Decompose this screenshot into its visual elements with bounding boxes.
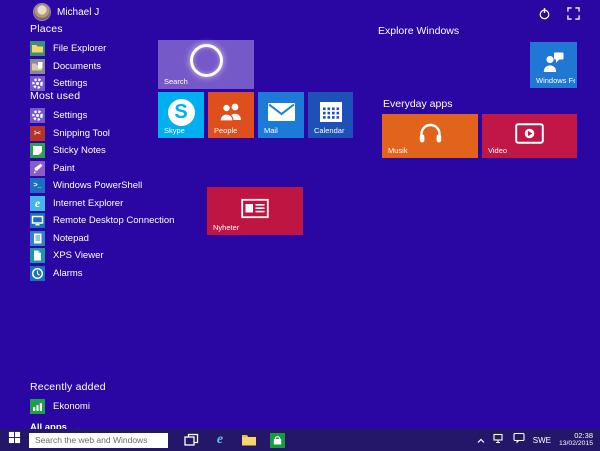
notepad-page-icon (30, 230, 45, 246)
sidebar-item-xps-viewer[interactable]: XPS Viewer (30, 248, 180, 263)
sidebar-item-label: Settings (53, 110, 88, 121)
expand-button[interactable] (567, 7, 580, 20)
sidebar-item-label: Windows PowerShell (53, 180, 143, 191)
user-name: Michael J (57, 6, 100, 18)
feedback-person-bubble-icon (542, 51, 565, 73)
recently-added-title: Recently added (30, 381, 106, 393)
headphones-icon (417, 121, 444, 145)
taskbar-clock[interactable]: 02:38 13/02/2015 (559, 431, 593, 448)
sidebar-item-remote-desktop-connection[interactable]: Remote Desktop Connection (30, 213, 180, 228)
sidebar-item-label: Ekonomi (53, 401, 90, 412)
power-button[interactable] (538, 7, 551, 20)
task-view-icon[interactable] (183, 432, 199, 448)
clock-date: 13/02/2015 (558, 440, 593, 448)
xps-page-icon (30, 248, 45, 263)
sidebar-item-ekonomi[interactable]: Ekonomi (30, 399, 180, 414)
people-icon (218, 101, 244, 123)
sidebar-item-label: Documents (53, 60, 102, 72)
sidebar-item-notepad[interactable]: Notepad (30, 230, 180, 246)
start-screen: Michael J Places File Explorer Documents… (0, 0, 600, 451)
user-account-button[interactable]: Michael J (34, 4, 99, 20)
sidebar-item-label: Sticky Notes (53, 145, 106, 156)
news-icon (241, 198, 269, 219)
sidebar-item-label: Settings (53, 78, 88, 89)
tile-label: Skype (164, 126, 185, 135)
powershell-prompt-icon: >_ (30, 178, 45, 193)
sidebar-item-label: XPS Viewer (53, 250, 104, 261)
network-icon[interactable] (493, 431, 505, 449)
sidebar-item-label: Remote Desktop Connection (53, 215, 175, 226)
taskbar: e SWE 02:38 13/02/2015 (0, 429, 600, 451)
tile-skype[interactable]: S Skype (158, 92, 204, 138)
gear-icon (30, 108, 45, 123)
tile-nyheter[interactable]: Nyheter (207, 187, 303, 235)
mail-envelope-icon (267, 103, 295, 121)
tile-label: Nyheter (213, 223, 240, 232)
tile-label: Calendar (314, 126, 345, 135)
ie-e-icon: e (30, 195, 45, 211)
tile-label: Windows Feedback (536, 76, 575, 85)
note-icon (30, 143, 45, 158)
video-player-icon (515, 122, 544, 144)
start-button[interactable] (0, 429, 29, 451)
user-avatar (34, 4, 50, 20)
tile-mail[interactable]: Mail (258, 92, 304, 138)
tile-people[interactable]: People (208, 92, 254, 138)
sidebar-item-label: Internet Explorer (53, 197, 124, 209)
tile-calendar[interactable]: Calendar (308, 92, 353, 138)
search-ring-icon (189, 44, 223, 77)
sidebar-item-internet-explorer[interactable]: e Internet Explorer (30, 195, 180, 211)
sidebar-item-label: Paint (53, 162, 75, 174)
documents-folder-icon (30, 58, 45, 74)
language-indicator[interactable]: SWE (533, 436, 551, 445)
sidebar-item-windows-powershell[interactable]: >_ Windows PowerShell (30, 178, 180, 193)
windows-logo-icon (8, 431, 21, 449)
sidebar-item-paint[interactable]: Paint (30, 160, 180, 176)
tile-label: Mail (264, 126, 278, 135)
skype-icon: S (167, 98, 195, 126)
clock-icon (30, 265, 45, 281)
group-title-everyday-apps: Everyday apps (383, 98, 453, 110)
scissors-icon: ✂ (30, 125, 45, 141)
file-explorer-icon[interactable] (241, 432, 257, 448)
bar-chart-icon (30, 399, 45, 414)
sidebar-item-label: Snipping Tool (53, 127, 110, 139)
paint-brush-icon (30, 160, 45, 176)
recently-added-section: Recently added Ekonomi All apps → (30, 381, 180, 433)
sidebar-item-label: Alarms (53, 267, 83, 279)
folder-icon (30, 41, 45, 56)
tile-label: People (214, 126, 238, 135)
clock-time: 02:38 (574, 431, 593, 441)
hidden-icons-chevron[interactable] (477, 431, 485, 449)
gear-icon (30, 76, 45, 91)
internet-explorer-icon[interactable]: e (212, 432, 228, 448)
sidebar-item-label: Notepad (53, 232, 89, 244)
tile-label: Video (488, 146, 508, 155)
taskbar-search-input[interactable] (29, 432, 168, 448)
expand-icon (567, 7, 580, 20)
sidebar-item-sticky-notes[interactable]: Sticky Notes (30, 143, 180, 158)
places-title: Places (30, 23, 63, 35)
power-icon (538, 7, 551, 20)
tile-windows-feedback[interactable]: Windows Feedback (530, 42, 577, 88)
calendar-icon (319, 101, 343, 123)
tile-video[interactable]: Video (482, 114, 577, 158)
action-center-icon[interactable] (513, 431, 525, 449)
sidebar-item-label: File Explorer (53, 43, 107, 54)
monitor-icon (30, 213, 45, 228)
store-icon[interactable] (270, 432, 285, 448)
tile-musik[interactable]: Musik (382, 114, 478, 158)
sidebar-item-alarms[interactable]: Alarms (30, 265, 180, 281)
group-title-explore-windows: Explore Windows (378, 25, 460, 37)
tile-label: Search (164, 77, 188, 86)
tile-search[interactable]: Search (158, 40, 254, 89)
tile-label: Musik (388, 146, 408, 155)
